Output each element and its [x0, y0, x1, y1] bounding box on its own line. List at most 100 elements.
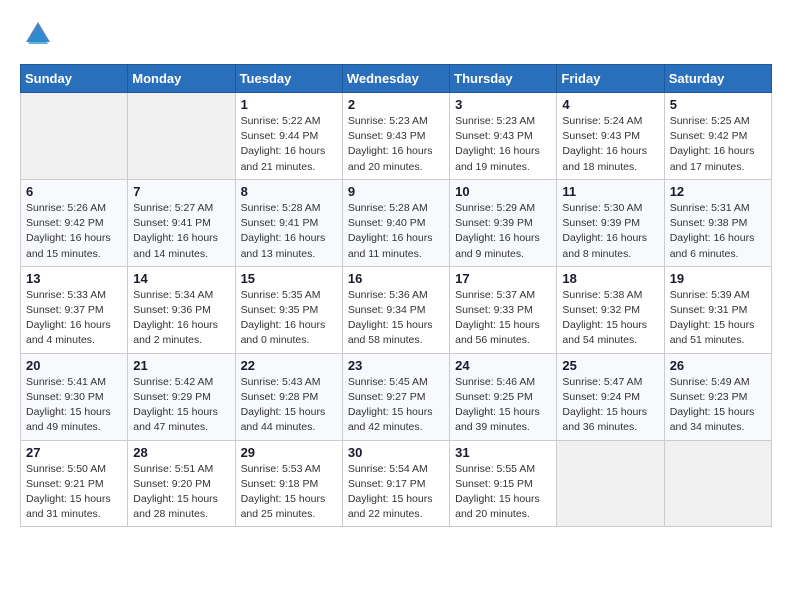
day-number: 5: [670, 97, 766, 112]
page-header: [20, 20, 772, 48]
calendar-week-row: 1Sunrise: 5:22 AM Sunset: 9:44 PM Daylig…: [21, 93, 772, 180]
day-number: 31: [455, 445, 551, 460]
day-header-monday: Monday: [128, 65, 235, 93]
day-info: Sunrise: 5:31 AM Sunset: 9:38 PM Dayligh…: [670, 201, 766, 262]
calendar-cell: 29 Sunrise: 5:53 AM Sunset: 9:18 PM Dayli…: [235, 440, 342, 527]
day-info: Sunrise: 5:45 AM Sunset: 9:27 PM Dayligh…: [348, 375, 444, 436]
calendar-cell: 4 Sunrise: 5:24 AM Sunset: 9:43 PM Daylig…: [557, 93, 664, 180]
calendar-cell: 19 Sunrise: 5:39 AM Sunset: 9:31 PM Dayli…: [664, 266, 771, 353]
calendar-cell: 9Sunrise: 5:28 AM Sunset: 9:40 PM Daylig…: [342, 179, 449, 266]
day-info: Sunrise: 5:22 AM Sunset: 9:44 PM Dayligh…: [241, 114, 337, 175]
calendar-cell: 27 Sunrise: 5:50 AM Sunset: 9:21 PM Dayli…: [21, 440, 128, 527]
day-info: Sunrise: 5:43 AM Sunset: 9:28 PM Dayligh…: [241, 375, 337, 436]
day-info: Sunrise: 5:39 AM Sunset: 9:31 PM Dayligh…: [670, 288, 766, 349]
day-info: Sunrise: 5:34 AM Sunset: 9:36 PM Dayligh…: [133, 288, 229, 349]
day-number: 22: [241, 358, 337, 373]
calendar-cell: [128, 93, 235, 180]
calendar-cell: 15Sunrise: 5:35 AM Sunset: 9:35 PM Dayli…: [235, 266, 342, 353]
day-info: Sunrise: 5:26 AM Sunset: 9:42 PM Dayligh…: [26, 201, 122, 262]
day-number: 30: [348, 445, 444, 460]
day-number: 23: [348, 358, 444, 373]
day-info: Sunrise: 5:35 AM Sunset: 9:35 PM Dayligh…: [241, 288, 337, 349]
day-header-tuesday: Tuesday: [235, 65, 342, 93]
calendar-cell: 14 Sunrise: 5:34 AM Sunset: 9:36 PM Dayli…: [128, 266, 235, 353]
calendar-cell: 22 Sunrise: 5:43 AM Sunset: 9:28 PM Dayli…: [235, 353, 342, 440]
day-info: Sunrise: 5:37 AM Sunset: 9:33 PM Dayligh…: [455, 288, 551, 349]
day-header-thursday: Thursday: [450, 65, 557, 93]
day-info: Sunrise: 5:46 AM Sunset: 9:25 PM Dayligh…: [455, 375, 551, 436]
day-info: Sunrise: 5:41 AM Sunset: 9:30 PM Dayligh…: [26, 375, 122, 436]
day-info: Sunrise: 5:28 AM Sunset: 9:41 PM Dayligh…: [241, 201, 337, 262]
day-number: 9: [348, 184, 444, 199]
calendar-cell: 30 Sunrise: 5:54 AM Sunset: 9:17 PM Dayli…: [342, 440, 449, 527]
day-info: Sunrise: 5:47 AM Sunset: 9:24 PM Dayligh…: [562, 375, 658, 436]
day-info: Sunrise: 5:51 AM Sunset: 9:20 PM Dayligh…: [133, 462, 229, 523]
day-info: Sunrise: 5:36 AM Sunset: 9:34 PM Dayligh…: [348, 288, 444, 349]
calendar-cell: 12 Sunrise: 5:31 AM Sunset: 9:38 PM Dayli…: [664, 179, 771, 266]
day-info: Sunrise: 5:50 AM Sunset: 9:21 PM Dayligh…: [26, 462, 122, 523]
day-number: 29: [241, 445, 337, 460]
day-number: 3: [455, 97, 551, 112]
day-number: 6: [26, 184, 122, 199]
day-number: 2: [348, 97, 444, 112]
day-info: Sunrise: 5:54 AM Sunset: 9:17 PM Dayligh…: [348, 462, 444, 523]
calendar-cell: 3Sunrise: 5:23 AM Sunset: 9:43 PM Daylig…: [450, 93, 557, 180]
day-number: 14: [133, 271, 229, 286]
day-info: Sunrise: 5:42 AM Sunset: 9:29 PM Dayligh…: [133, 375, 229, 436]
day-info: Sunrise: 5:49 AM Sunset: 9:23 PM Dayligh…: [670, 375, 766, 436]
calendar-cell: 20 Sunrise: 5:41 AM Sunset: 9:30 PM Dayli…: [21, 353, 128, 440]
day-number: 4: [562, 97, 658, 112]
calendar-cell: 25Sunrise: 5:47 AM Sunset: 9:24 PM Dayli…: [557, 353, 664, 440]
day-number: 7: [133, 184, 229, 199]
day-number: 12: [670, 184, 766, 199]
day-number: 21: [133, 358, 229, 373]
day-number: 17: [455, 271, 551, 286]
calendar-week-row: 13 Sunrise: 5:33 AM Sunset: 9:37 PM Dayli…: [21, 266, 772, 353]
calendar-cell: 2 Sunrise: 5:23 AM Sunset: 9:43 PM Daylig…: [342, 93, 449, 180]
calendar-cell: 13 Sunrise: 5:33 AM Sunset: 9:37 PM Dayli…: [21, 266, 128, 353]
calendar-header-row: SundayMondayTuesdayWednesdayThursdayFrid…: [21, 65, 772, 93]
calendar-cell: 5Sunrise: 5:25 AM Sunset: 9:42 PM Daylig…: [664, 93, 771, 180]
calendar-cell: 18 Sunrise: 5:38 AM Sunset: 9:32 PM Dayli…: [557, 266, 664, 353]
day-info: Sunrise: 5:55 AM Sunset: 9:15 PM Dayligh…: [455, 462, 551, 523]
calendar-week-row: 20 Sunrise: 5:41 AM Sunset: 9:30 PM Dayli…: [21, 353, 772, 440]
day-number: 24: [455, 358, 551, 373]
calendar-cell: 11Sunrise: 5:30 AM Sunset: 9:39 PM Dayli…: [557, 179, 664, 266]
calendar-cell: 23 Sunrise: 5:45 AM Sunset: 9:27 PM Dayli…: [342, 353, 449, 440]
calendar-cell: [557, 440, 664, 527]
day-header-sunday: Sunday: [21, 65, 128, 93]
day-info: Sunrise: 5:33 AM Sunset: 9:37 PM Dayligh…: [26, 288, 122, 349]
calendar-cell: [21, 93, 128, 180]
calendar-cell: 1Sunrise: 5:22 AM Sunset: 9:44 PM Daylig…: [235, 93, 342, 180]
day-number: 11: [562, 184, 658, 199]
calendar-table: SundayMondayTuesdayWednesdayThursdayFrid…: [20, 64, 772, 527]
day-header-friday: Friday: [557, 65, 664, 93]
day-info: Sunrise: 5:29 AM Sunset: 9:39 PM Dayligh…: [455, 201, 551, 262]
day-number: 28: [133, 445, 229, 460]
calendar-cell: 21 Sunrise: 5:42 AM Sunset: 9:29 PM Dayli…: [128, 353, 235, 440]
logo-icon: [24, 20, 52, 48]
day-header-saturday: Saturday: [664, 65, 771, 93]
day-info: Sunrise: 5:24 AM Sunset: 9:43 PM Dayligh…: [562, 114, 658, 175]
calendar-cell: 7 Sunrise: 5:27 AM Sunset: 9:41 PM Daylig…: [128, 179, 235, 266]
calendar-cell: 8 Sunrise: 5:28 AM Sunset: 9:41 PM Daylig…: [235, 179, 342, 266]
calendar-cell: 10 Sunrise: 5:29 AM Sunset: 9:39 PM Dayli…: [450, 179, 557, 266]
day-header-wednesday: Wednesday: [342, 65, 449, 93]
day-info: Sunrise: 5:27 AM Sunset: 9:41 PM Dayligh…: [133, 201, 229, 262]
day-number: 26: [670, 358, 766, 373]
calendar-week-row: 6 Sunrise: 5:26 AM Sunset: 9:42 PM Daylig…: [21, 179, 772, 266]
day-number: 13: [26, 271, 122, 286]
day-info: Sunrise: 5:23 AM Sunset: 9:43 PM Dayligh…: [348, 114, 444, 175]
day-number: 8: [241, 184, 337, 199]
calendar-cell: 6 Sunrise: 5:26 AM Sunset: 9:42 PM Daylig…: [21, 179, 128, 266]
day-number: 10: [455, 184, 551, 199]
day-info: Sunrise: 5:38 AM Sunset: 9:32 PM Dayligh…: [562, 288, 658, 349]
calendar-cell: 17 Sunrise: 5:37 AM Sunset: 9:33 PM Dayli…: [450, 266, 557, 353]
day-number: 20: [26, 358, 122, 373]
day-number: 27: [26, 445, 122, 460]
calendar-cell: 31 Sunrise: 5:55 AM Sunset: 9:15 PM Dayli…: [450, 440, 557, 527]
day-number: 19: [670, 271, 766, 286]
calendar-cell: [664, 440, 771, 527]
day-number: 18: [562, 271, 658, 286]
day-info: Sunrise: 5:53 AM Sunset: 9:18 PM Dayligh…: [241, 462, 337, 523]
